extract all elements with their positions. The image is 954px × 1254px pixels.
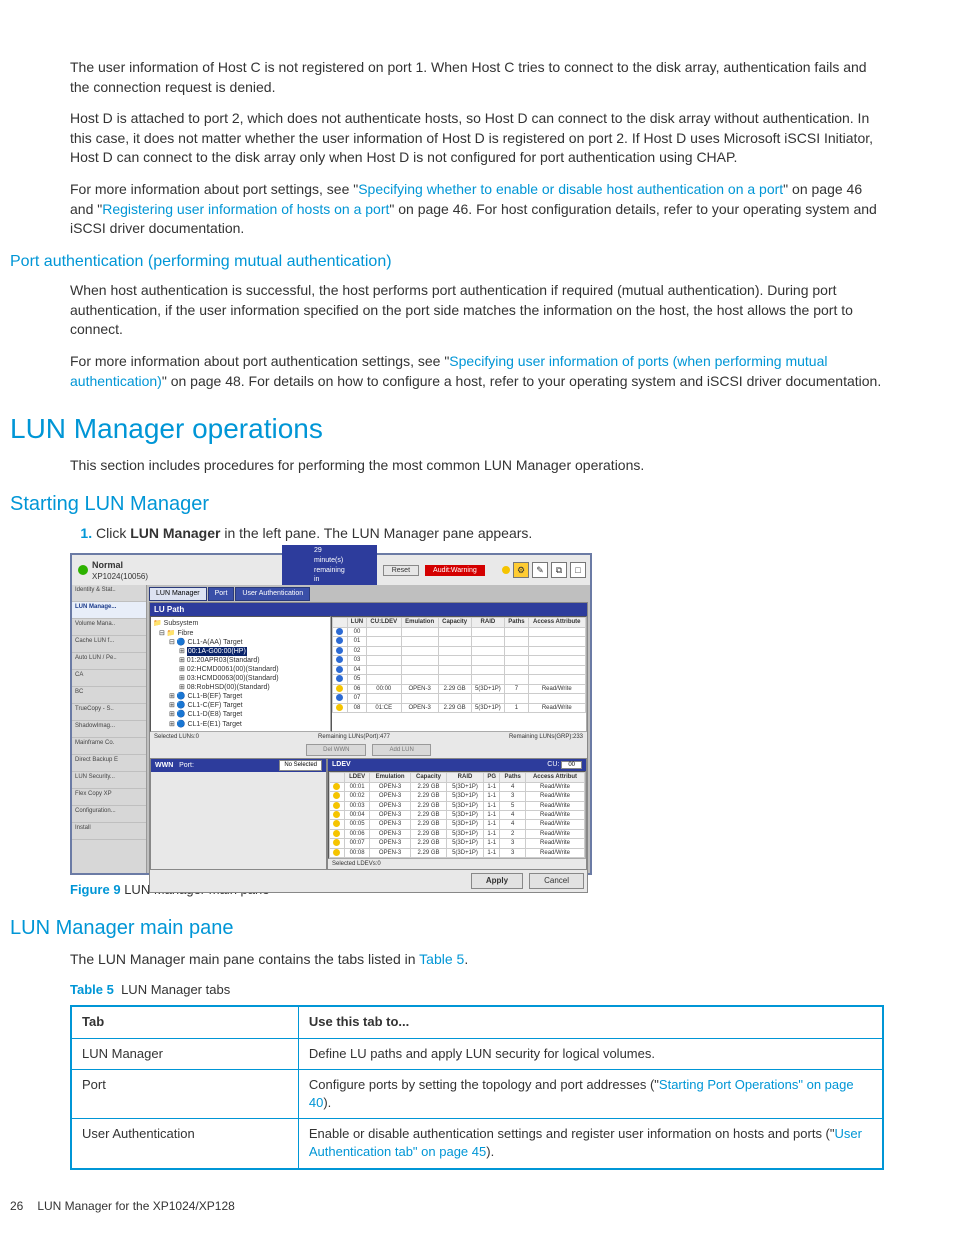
toolbar-icon[interactable]: ⧉ [551, 562, 567, 578]
remaining-luns-port: Remaining LUNs(Port):477 [318, 733, 390, 741]
lu-table[interactable]: LUNCU:LDEVEmulationCapacityRAIDPathsAcce… [331, 616, 587, 731]
del-wwn-button[interactable]: Del WWN [306, 744, 366, 756]
sidebar-item[interactable]: TrueCopy - S.. [72, 704, 146, 721]
product-id: XP1024(10056) [92, 571, 148, 582]
sidebar-item[interactable]: Mainframe Co. [72, 738, 146, 755]
wwn-title: WWN [155, 762, 173, 769]
tab[interactable]: Port [208, 587, 235, 601]
ui-term: LUN Manager [130, 525, 220, 541]
sidebar-item[interactable]: Flex Copy XP [72, 789, 146, 806]
audit-warning: Audit:Warning [425, 565, 485, 577]
apply-button[interactable]: Apply [471, 873, 523, 888]
step-1: Click LUN Manager in the left pane. The … [96, 524, 884, 544]
tree-pane[interactable]: 📁 Subsystem⊟ 📁 Fibre⊟ 🔵 CL1-A(AA) Target… [150, 616, 331, 731]
cell: Port [71, 1069, 298, 1118]
cell: Configure ports by setting the topology … [298, 1069, 883, 1118]
sidebar-item[interactable]: BC [72, 687, 146, 704]
paragraph: When host authentication is successful, … [70, 281, 884, 340]
toolbar-icon[interactable]: ⚙ [513, 562, 529, 578]
paragraph: For more information about port settings… [70, 180, 884, 239]
paragraph: For more information about port authenti… [70, 352, 884, 391]
status-icon [78, 565, 88, 575]
sidebar-item[interactable]: Install [72, 823, 146, 840]
sidebar-item[interactable]: LUN Manage... [72, 602, 146, 619]
sidebar-item[interactable]: Auto LUN / Pe.. [72, 653, 146, 670]
sidebar-item[interactable]: Configuration... [72, 806, 146, 823]
wwn-port-select[interactable]: No Selected [279, 760, 322, 770]
heading-lun-manager-operations: LUN Manager operations [10, 409, 884, 448]
sidebar-item[interactable]: Volume Mana.. [72, 619, 146, 636]
figure-screenshot: Normal XP1024(10056) 29 minute(s) remain… [70, 553, 592, 875]
selected-ldevs: Selected LDEVs:0 [332, 860, 381, 868]
cancel-button[interactable]: Cancel [529, 873, 584, 888]
cell: User Authentication [71, 1119, 298, 1169]
link-table5[interactable]: Table 5 [419, 951, 464, 967]
heading-starting-lun-manager: Starting LUN Manager [10, 490, 884, 518]
sidebar-item[interactable]: Direct Backup E [72, 755, 146, 772]
toolbar-icon[interactable]: ✎ [532, 562, 548, 578]
paragraph: This section includes procedures for per… [70, 456, 884, 476]
tab-bar: LUN ManagerPortUser Authentication [149, 587, 588, 601]
status-dot-icon [502, 566, 510, 574]
ldev-table[interactable]: LDEVEmulationCapacityRAIDPGPathsAccess A… [328, 771, 586, 859]
sidebar-item[interactable]: LUN Security... [72, 772, 146, 789]
selected-luns: Selected LUNs:0 [154, 733, 199, 741]
link-register-user-info[interactable]: Registering user information of hosts on… [102, 201, 389, 217]
link-enable-disable-host-auth[interactable]: Specifying whether to enable or disable … [358, 181, 783, 197]
reset-button[interactable]: Reset [383, 565, 419, 577]
sidebar-item[interactable]: Identity & Stat.. [72, 585, 146, 602]
paragraph: The LUN Manager main pane contains the t… [70, 950, 884, 970]
heading-port-auth: Port authentication (performing mutual a… [10, 251, 884, 273]
heading-lun-manager-main-pane: LUN Manager main pane [10, 914, 884, 942]
ldev-title: LDEV [332, 760, 351, 770]
cell: LUN Manager [71, 1038, 298, 1069]
table-caption: Table 5 LUN Manager tabs [70, 981, 884, 999]
paragraph: Host D is attached to port 2, which does… [70, 109, 884, 168]
tab[interactable]: LUN Manager [149, 587, 207, 601]
add-lun-button[interactable]: Add LUN [372, 744, 430, 756]
sidebar-item[interactable]: Cache LUN f... [72, 636, 146, 653]
table-lun-manager-tabs: Tab Use this tab to... LUN Manager Defin… [70, 1005, 884, 1169]
page-footer: 26 LUN Manager for the XP1024/XP128 [10, 1198, 884, 1215]
cu-select[interactable]: 00 [561, 761, 582, 769]
cell: Enable or disable authentication setting… [298, 1119, 883, 1169]
sidebar-item[interactable]: CA [72, 670, 146, 687]
toolbar-icon[interactable]: □ [570, 562, 586, 578]
sidebar-item[interactable]: ShadowImag... [72, 721, 146, 738]
paragraph: The user information of Host C is not re… [70, 58, 884, 97]
sidebar: Identity & Stat..LUN Manage...Volume Man… [72, 585, 147, 873]
panel-header-lupath: LU Path [150, 603, 587, 616]
remaining-luns-grp: Remaining LUNs(GRP):233 [509, 733, 583, 741]
col-use: Use this tab to... [298, 1006, 883, 1038]
tab[interactable]: User Authentication [235, 587, 310, 601]
col-tab: Tab [71, 1006, 298, 1038]
cell: Define LU paths and apply LUN security f… [298, 1038, 883, 1069]
status-text: Normal [92, 559, 148, 572]
